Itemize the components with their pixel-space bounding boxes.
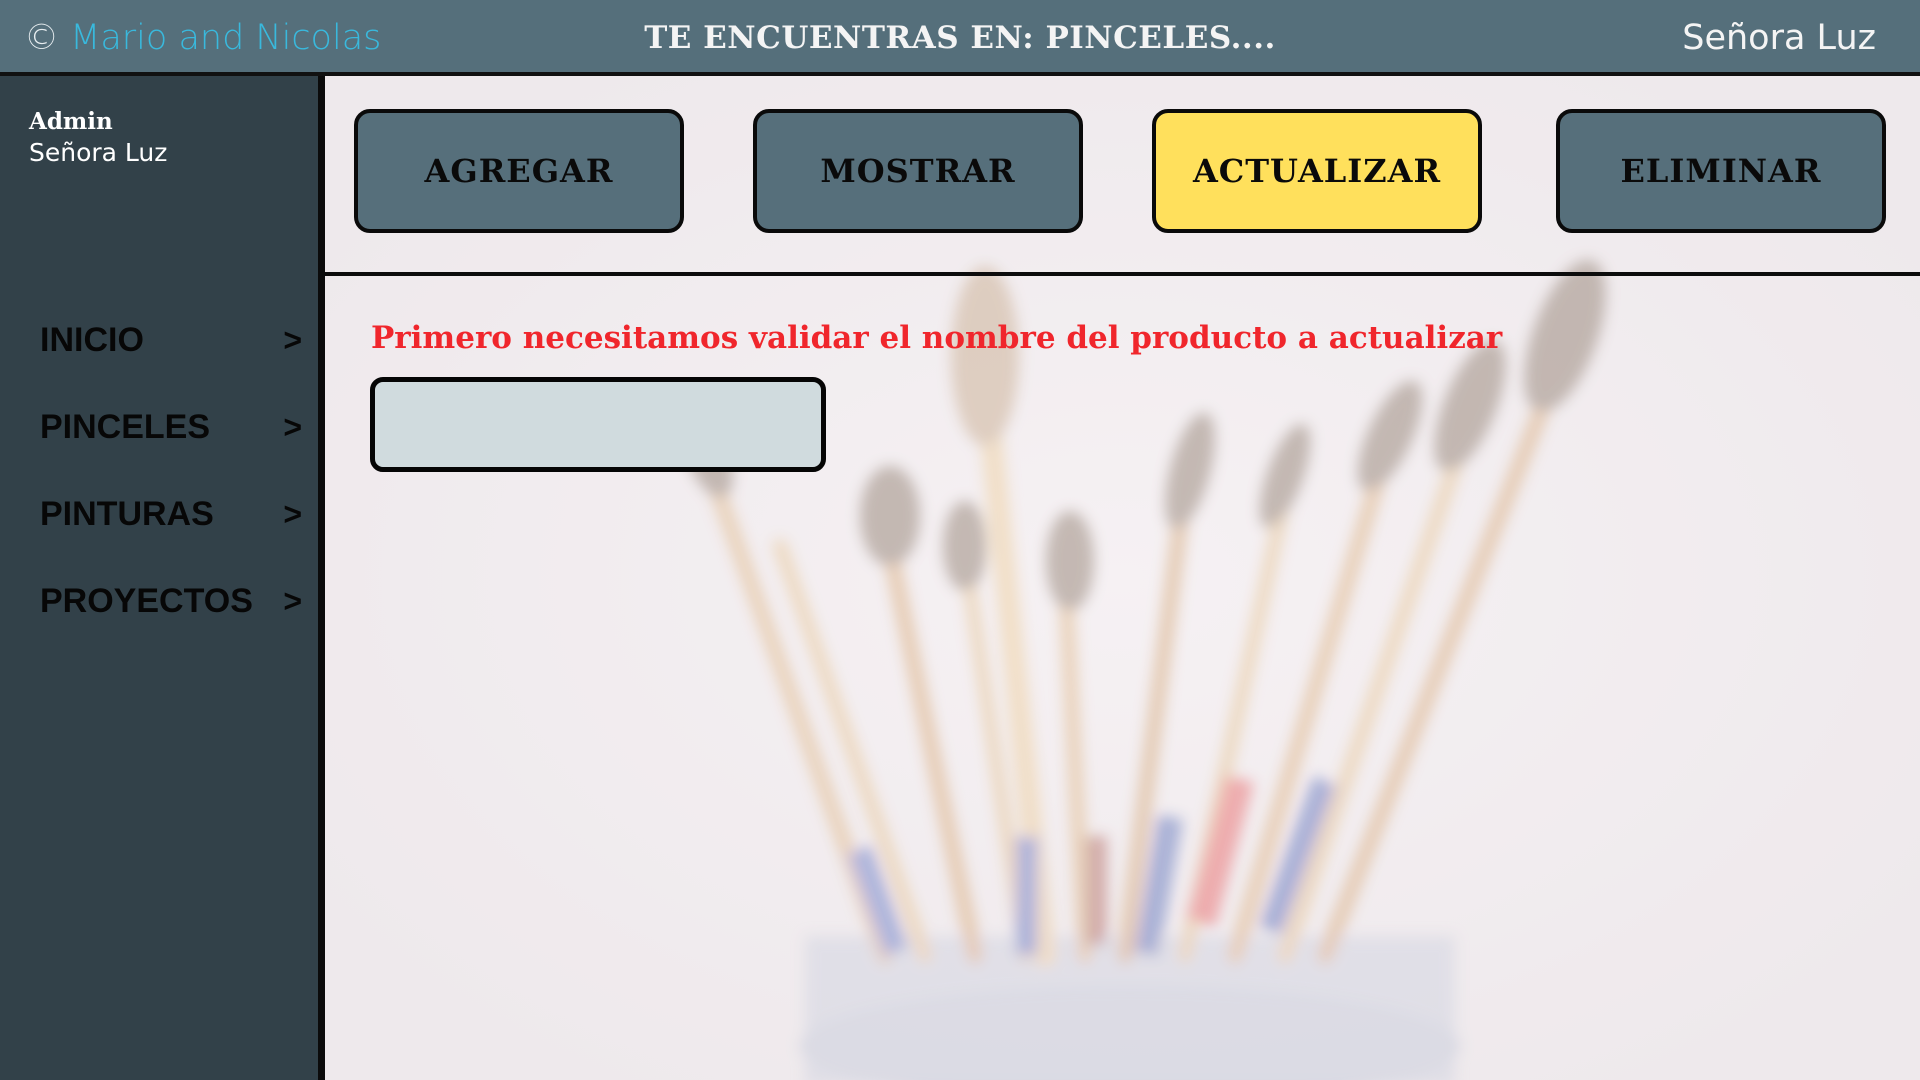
chevron-right-icon: > — [283, 321, 302, 358]
sidebar-item-inicio[interactable]: INICIO > — [40, 312, 302, 368]
sidebar-item-label: INICIO — [40, 320, 144, 359]
sidebar: Admin Señora Luz INICIO > PINCELES > PIN… — [0, 76, 325, 1080]
main-content: AGREGAR MOSTRAR ACTUALIZAR ELIMINAR Prim… — [325, 76, 1920, 1080]
chevron-right-icon: > — [283, 582, 302, 619]
top-header: © Mario and Nicolas TE ENCUENTRAS EN: PI… — [0, 0, 1920, 76]
add-button[interactable]: AGREGAR — [354, 109, 684, 233]
sidebar-item-label: PINCELES — [40, 407, 211, 446]
sidebar-item-label: PINTURAS — [40, 494, 214, 533]
update-button[interactable]: ACTUALIZAR — [1152, 109, 1482, 233]
user-role: Admin — [29, 108, 113, 135]
page-location-title: TE ENCUENTRAS EN: PINCELES.... — [644, 20, 1276, 56]
validation-prompt: Primero necesitamos validar el nombre de… — [371, 320, 1503, 356]
sidebar-item-pinceles[interactable]: PINCELES > — [40, 399, 302, 455]
sidebar-user-name: Señora Luz — [29, 138, 168, 167]
chevron-right-icon: > — [283, 495, 302, 532]
toolbar-divider — [325, 272, 1920, 276]
sidebar-item-pinturas[interactable]: PINTURAS > — [40, 486, 302, 542]
product-name-input[interactable] — [370, 377, 826, 472]
header-user-name[interactable]: Señora Luz — [1682, 18, 1876, 58]
sidebar-item-label: PROYECTOS — [40, 581, 253, 620]
show-button[interactable]: MOSTRAR — [753, 109, 1083, 233]
sidebar-item-proyectos[interactable]: PROYECTOS > — [40, 573, 302, 629]
chevron-right-icon: > — [283, 408, 302, 445]
delete-button[interactable]: ELIMINAR — [1556, 109, 1886, 233]
